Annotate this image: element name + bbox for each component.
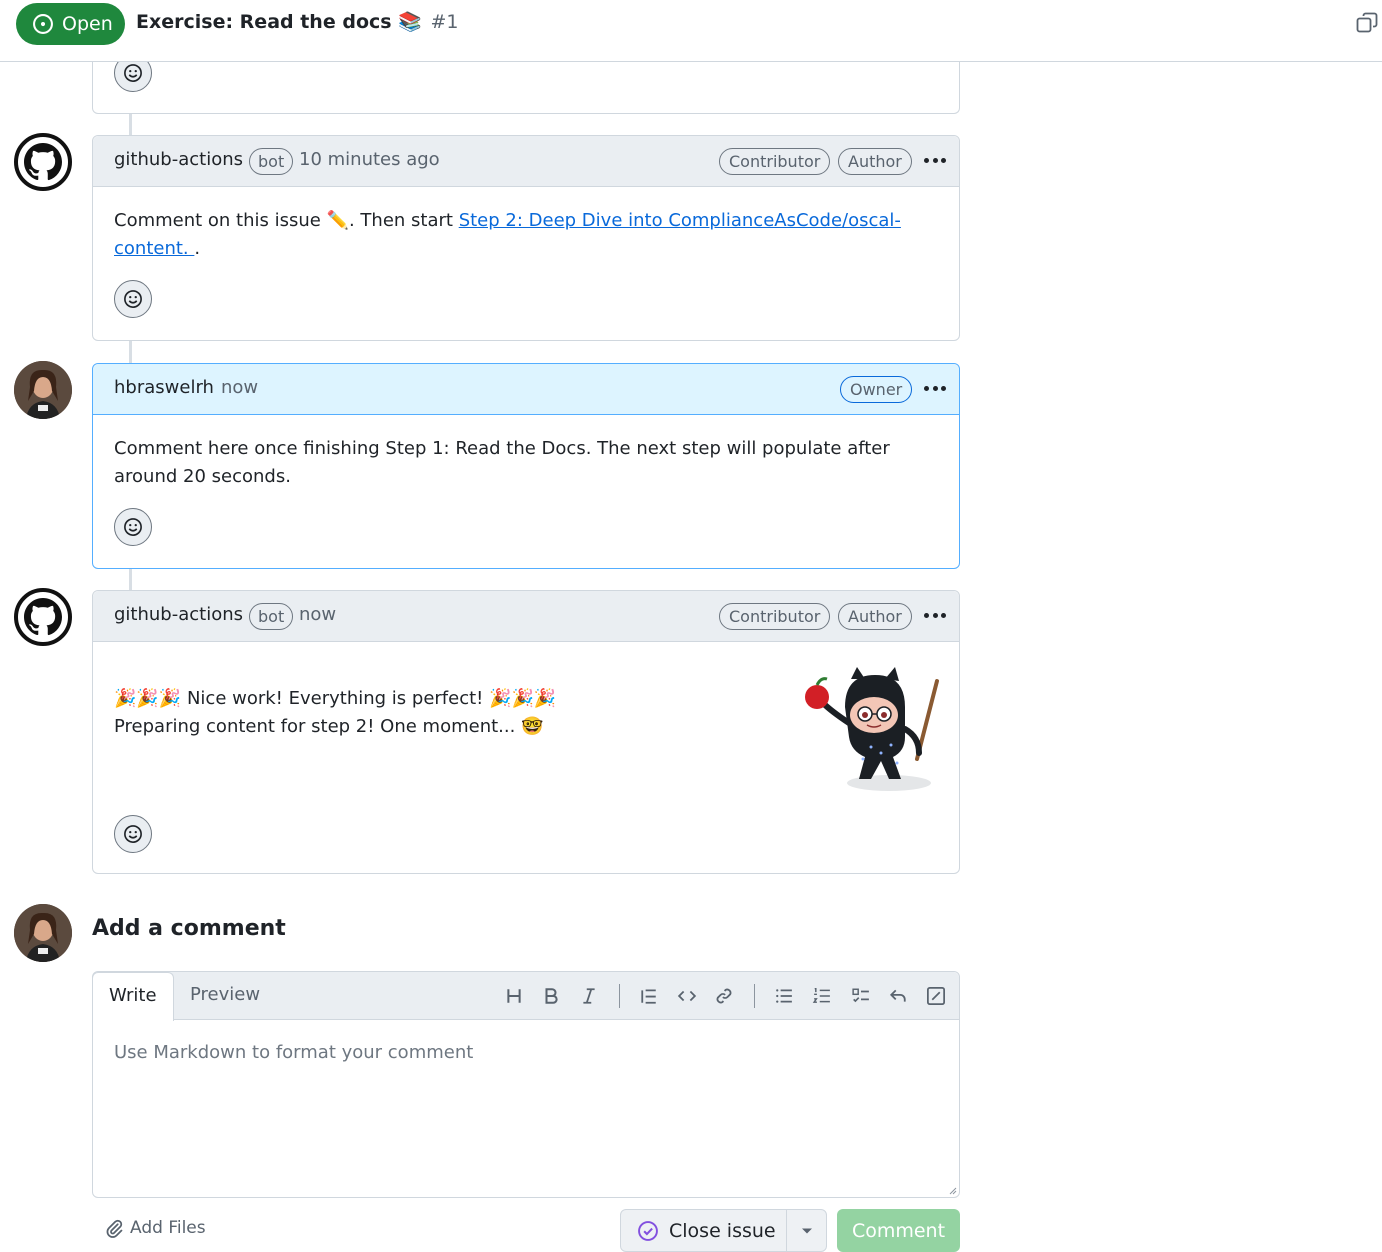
- issue-state-label: Open: [62, 13, 113, 35]
- issue-opened-icon: [33, 14, 53, 34]
- comment-body: Comment on this issue ✏️. Then start Ste…: [93, 187, 959, 263]
- close-issue-button[interactable]: Close issue: [621, 1210, 787, 1251]
- comment-timestamp[interactable]: 10 minutes ago: [299, 149, 440, 170]
- comment-timestamp[interactable]: now: [221, 377, 258, 398]
- bot-label: bot: [249, 603, 294, 630]
- comment-card-owner: hbraswelrh now Owner Comment here once f…: [92, 363, 960, 569]
- comment-options-button[interactable]: [921, 376, 949, 400]
- smiley-icon: [124, 825, 142, 843]
- octocat-teacher-image: [805, 667, 939, 791]
- resize-handle-icon[interactable]: [947, 1185, 957, 1195]
- comment-body: Comment here once finishing Step 1: Read…: [114, 438, 890, 487]
- reply-icon[interactable]: [886, 984, 910, 1008]
- add-comment-heading: Add a comment: [92, 916, 286, 941]
- smiley-icon: [124, 518, 142, 536]
- avatar-github-actions[interactable]: [14, 588, 72, 646]
- heading-icon[interactable]: [502, 984, 526, 1008]
- triangle-down-icon: [801, 1228, 812, 1233]
- github-logo-icon: [24, 143, 62, 181]
- add-reaction-button[interactable]: [114, 280, 152, 318]
- sticky-issue-header: Open Exercise: Read the docs 📚 #1: [0, 0, 1382, 62]
- timeline-connector: [129, 569, 132, 591]
- issue-number: #1: [430, 11, 459, 33]
- comment-editor: Write Preview Use Markdown to format you…: [92, 971, 960, 1198]
- comment-submit-button[interactable]: Comment: [837, 1209, 960, 1252]
- comment-header: github-actions bot 10 minutes ago Contri…: [93, 136, 959, 187]
- unordered-list-icon[interactable]: [772, 984, 796, 1008]
- toolbar-divider: [619, 984, 620, 1008]
- comment-textarea[interactable]: Use Markdown to format your comment: [114, 1042, 473, 1063]
- role-badge-owner: Owner: [840, 376, 913, 403]
- avatar-current-user[interactable]: [14, 904, 72, 962]
- comment-card: github-actions bot now Contributor Autho…: [92, 590, 960, 874]
- comment-timestamp[interactable]: now: [299, 604, 336, 625]
- bold-icon[interactable]: [539, 984, 563, 1008]
- comment-options-button[interactable]: [921, 603, 949, 627]
- user-photo: [14, 904, 72, 962]
- tasklist-icon[interactable]: [849, 984, 873, 1008]
- comment-header: hbraswelrh now Owner: [93, 364, 959, 415]
- editor-toolbar: Write Preview: [92, 972, 959, 1021]
- italic-icon[interactable]: [577, 984, 601, 1008]
- bot-label: bot: [249, 148, 294, 175]
- timeline-connector: [129, 114, 132, 136]
- add-reaction-button[interactable]: [114, 508, 152, 546]
- comment-text-suffix: .: [194, 238, 201, 259]
- comment-card: github-actions bot 10 minutes ago Contri…: [92, 135, 960, 341]
- user-photo: [14, 361, 72, 419]
- role-badge-author: Author: [838, 148, 912, 175]
- comment-options-button[interactable]: [921, 148, 949, 172]
- close-issue-button-group: Close issue: [620, 1209, 827, 1252]
- smiley-icon: [124, 290, 142, 308]
- link-icon[interactable]: [712, 984, 736, 1008]
- issue-closed-icon: [638, 1220, 658, 1241]
- avatar-github-actions[interactable]: [14, 133, 72, 191]
- issue-title: Exercise: Read the docs 📚 #1: [136, 10, 458, 33]
- add-reaction-button[interactable]: [114, 815, 152, 853]
- issue-state-badge: Open: [16, 3, 125, 45]
- ordered-list-icon[interactable]: [810, 984, 834, 1008]
- copy-icon[interactable]: [1355, 11, 1379, 35]
- tab-preview[interactable]: Preview: [174, 972, 276, 1020]
- comment-author[interactable]: github-actions: [114, 149, 243, 170]
- comment-text: Comment on this issue ✏️. Then start: [114, 210, 459, 231]
- avatar-hbraswelrh[interactable]: [14, 361, 72, 419]
- issue-title-text: Exercise: Read the docs 📚: [136, 11, 422, 33]
- code-icon[interactable]: [675, 984, 699, 1008]
- comment-author[interactable]: github-actions: [114, 604, 243, 625]
- comment-author[interactable]: hbraswelrh: [114, 377, 214, 398]
- add-files-button[interactable]: Add Files: [104, 1218, 206, 1238]
- close-issue-options-button[interactable]: [787, 1227, 826, 1235]
- role-badge-contributor: Contributor: [719, 603, 831, 630]
- close-issue-label: Close issue: [669, 1219, 776, 1242]
- slash-command-icon[interactable]: [924, 984, 948, 1008]
- role-badge-author: Author: [838, 603, 912, 630]
- paperclip-icon: [106, 1219, 123, 1238]
- smiley-icon: [124, 64, 142, 82]
- comment-header: github-actions bot now Contributor Autho…: [93, 591, 959, 642]
- timeline-connector: [129, 341, 132, 363]
- role-badge-contributor: Contributor: [719, 148, 831, 175]
- tab-write[interactable]: Write: [92, 972, 174, 1021]
- quote-icon[interactable]: [637, 984, 661, 1008]
- github-logo-icon: [24, 598, 62, 636]
- toolbar-divider: [754, 984, 755, 1008]
- add-files-label: Add Files: [130, 1218, 206, 1238]
